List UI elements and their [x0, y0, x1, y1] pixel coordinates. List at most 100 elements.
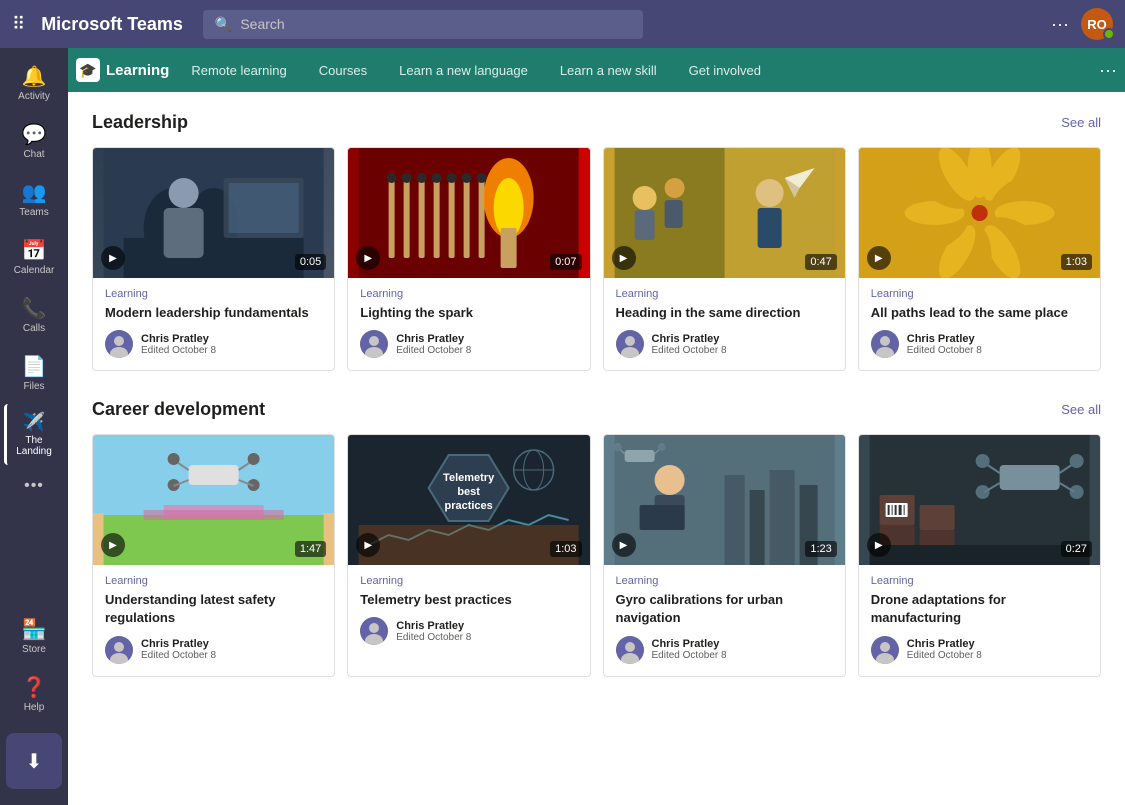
play-button-3[interactable]: ▶ [612, 246, 636, 270]
card-drone-manufacturing[interactable]: ▶ 0:27 Learning Drone adaptations for ma… [858, 434, 1101, 676]
sidebar-label-calendar: Calendar [14, 265, 55, 276]
sidebar-label-store: Store [22, 644, 46, 655]
tab-get-involved[interactable]: Get involved [675, 57, 775, 84]
author-avatar-2 [360, 330, 388, 358]
author-avatar-3 [616, 330, 644, 358]
author-info-4: Chris Pratley Edited October 8 [907, 333, 982, 356]
author-avatar-8 [871, 636, 899, 664]
content-area: Leadership See all [68, 92, 1125, 805]
download-area: ⬇ [0, 725, 70, 797]
tab-courses[interactable]: Courses [305, 57, 381, 84]
sidebar-item-files[interactable]: 📄 Files [4, 346, 64, 400]
channel-tabbar: 🎓 Learning Remote learning Courses Learn… [68, 48, 1125, 92]
svg-text:Telemetry: Telemetry [443, 472, 495, 484]
leadership-see-all[interactable]: See all [1061, 115, 1101, 130]
author-avatar-1 [105, 330, 133, 358]
sidebar-item-store[interactable]: 🏪 Store [4, 609, 64, 663]
career-see-all[interactable]: See all [1061, 402, 1101, 417]
sidebar-item-help[interactable]: ❓ Help [4, 667, 64, 721]
author-name-4: Chris Pratley [907, 333, 982, 345]
play-button-5[interactable]: ▶ [101, 533, 125, 557]
sidebar-item-activity[interactable]: 🔔 Activity [4, 56, 64, 110]
user-avatar-wrap[interactable]: RO [1081, 8, 1113, 40]
card-modern-leadership[interactable]: ▶ 0:05 Learning Modern leadership fundam… [92, 147, 335, 371]
duration-8: 0:27 [1061, 541, 1092, 557]
card-author-3: Chris Pratley Edited October 8 [616, 330, 833, 358]
author-date-3: Edited October 8 [652, 345, 727, 356]
play-button-7[interactable]: ▶ [612, 533, 636, 557]
more-options-button[interactable]: ··· [1051, 14, 1069, 35]
search-input[interactable] [240, 16, 631, 32]
play-button-8[interactable]: ▶ [867, 533, 891, 557]
card-tag-6: Learning [360, 575, 577, 587]
sidebar-item-teams[interactable]: 👥 Teams [4, 172, 64, 226]
duration-1: 0:05 [295, 254, 326, 270]
card-thumb-3: ▶ 0:47 [604, 148, 845, 278]
duration-6: 1:03 [550, 541, 581, 557]
card-thumb-2: ▶ 0:07 [348, 148, 589, 278]
card-tag-5: Learning [105, 575, 322, 587]
channel-logo: 🎓 Learning [76, 58, 169, 82]
card-author-8: Chris Pratley Edited October 8 [871, 636, 1088, 664]
author-name-1: Chris Pratley [141, 333, 216, 345]
card-tag-8: Learning [871, 575, 1088, 587]
author-date-1: Edited October 8 [141, 345, 216, 356]
tab-learn-new-language[interactable]: Learn a new language [385, 57, 542, 84]
sidebar-item-chat[interactable]: 💬 Chat [4, 114, 64, 168]
search-bar[interactable]: 🔍 [203, 10, 643, 39]
calls-icon: 📞 [22, 296, 47, 321]
card-thumb-8: ▶ 0:27 [859, 435, 1100, 565]
card-author-7: Chris Pratley Edited October 8 [616, 636, 833, 664]
main-layout: 🔔 Activity 💬 Chat 👥 Teams 📅 Calendar 📞 C… [0, 48, 1125, 805]
author-info-1: Chris Pratley Edited October 8 [141, 333, 216, 356]
store-icon: 🏪 [22, 617, 47, 642]
card-safety-regulations[interactable]: ▶ 1:47 Learning Understanding latest saf… [92, 434, 335, 676]
sidebar: 🔔 Activity 💬 Chat 👥 Teams 📅 Calendar 📞 C… [0, 48, 68, 805]
card-gyro[interactable]: ▶ 1:23 Learning Gyro calibrations for ur… [603, 434, 846, 676]
play-button-1[interactable]: ▶ [101, 246, 125, 270]
app-grid-icon[interactable]: ⠿ [12, 14, 25, 35]
card-title-5: Understanding latest safety regulations [105, 591, 322, 627]
tab-more-button[interactable]: ··· [1099, 60, 1117, 81]
teams-icon: 👥 [22, 180, 47, 205]
card-tag-7: Learning [616, 575, 833, 587]
card-thumb-6: Telemetry best practices [348, 435, 589, 565]
card-thumb-1: ▶ 0:05 [93, 148, 334, 278]
tab-remote-learning[interactable]: Remote learning [177, 57, 300, 84]
download-button[interactable]: ⬇ [6, 733, 62, 789]
author-avatar-5 [105, 636, 133, 664]
sidebar-item-calls[interactable]: 📞 Calls [4, 288, 64, 342]
card-lighting-spark[interactable]: ▶ 0:07 Learning Lighting the spark [347, 147, 590, 371]
career-title: Career development [92, 399, 265, 420]
career-section-header: Career development See all [92, 399, 1101, 420]
card-thumb-7: ▶ 1:23 [604, 435, 845, 565]
card-title-7: Gyro calibrations for urban navigation [616, 591, 833, 627]
sidebar-item-the-landing[interactable]: ✈️ The Landing [4, 404, 64, 465]
author-name-2: Chris Pratley [396, 333, 471, 345]
tab-learn-new-skill[interactable]: Learn a new skill [546, 57, 671, 84]
author-date-2: Edited October 8 [396, 345, 471, 356]
duration-5: 1:47 [295, 541, 326, 557]
author-avatar-6 [360, 617, 388, 645]
career-cards-grid: ▶ 1:47 Learning Understanding latest saf… [92, 434, 1101, 676]
app-title: Microsoft Teams [41, 14, 183, 35]
play-button-4[interactable]: ▶ [867, 246, 891, 270]
author-info-8: Chris Pratley Edited October 8 [907, 638, 982, 661]
card-telemetry[interactable]: Telemetry best practices [347, 434, 590, 676]
card-body-7: Learning Gyro calibrations for urban nav… [604, 565, 845, 675]
card-all-paths[interactable]: ▶ 1:03 Learning All paths lead to the sa… [858, 147, 1101, 371]
topbar: ⠿ Microsoft Teams 🔍 ··· RO [0, 0, 1125, 48]
card-body-8: Learning Drone adaptations for manufactu… [859, 565, 1100, 675]
sidebar-label-files: Files [23, 381, 44, 392]
author-name-5: Chris Pratley [141, 638, 216, 650]
sidebar-item-more[interactable]: ••• [4, 469, 64, 503]
sidebar-item-calendar[interactable]: 📅 Calendar [4, 230, 64, 284]
help-icon: ❓ [22, 675, 47, 700]
card-title-1: Modern leadership fundamentals [105, 304, 322, 322]
author-date-6: Edited October 8 [396, 632, 471, 643]
author-avatar-7 [616, 636, 644, 664]
card-title-3: Heading in the same direction [616, 304, 833, 322]
card-body-1: Learning Modern leadership fundamentals [93, 278, 334, 370]
card-heading-direction[interactable]: ▶ 0:47 Learning Heading in the same dire… [603, 147, 846, 371]
card-tag-2: Learning [360, 288, 577, 300]
